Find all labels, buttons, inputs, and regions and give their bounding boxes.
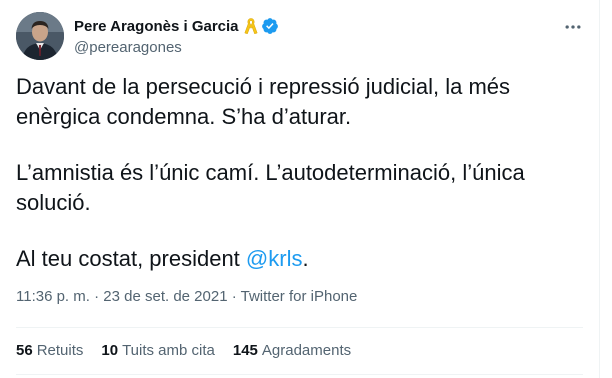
tweet-paragraph-3: Al teu costat, president @krls. (16, 244, 576, 274)
quotes-count: 10 (101, 342, 119, 359)
quotes-stat[interactable]: 10 Tuits amb cita (101, 342, 215, 359)
mention-link[interactable]: @krls (246, 246, 303, 271)
tweet-source[interactable]: Twitter for iPhone (241, 288, 358, 305)
tweet-paragraph-1: Davant de la persecució i repressió judi… (16, 74, 511, 129)
display-name-row: Pere Aragonès i Garcia (74, 16, 279, 36)
author-names: Pere Aragonès i Garcia @perearagones (74, 16, 279, 56)
quotes-label: Tuits amb cita (122, 342, 215, 359)
tweet-card: Pere Aragonès i Garcia @perearagones Dav… (0, 0, 600, 378)
likes-count: 145 (232, 342, 258, 359)
tweet-paragraph-2: L’amnistia és l’únic camí. L’autodetermi… (16, 160, 525, 215)
tweet-header: Pere Aragonès i Garcia @perearagones (16, 12, 584, 62)
yellow-ribbon-icon (243, 17, 259, 35)
tweet-paragraph-3-text: Al teu costat, president (16, 246, 246, 271)
verified-badge-icon (261, 17, 279, 35)
tweet-date[interactable]: 23 de set. de 2021 (103, 288, 227, 305)
tweet-stats: 56 Retuits 10 Tuits amb cita 145 Agradament… (16, 342, 369, 359)
tweet-paragraph-3-end: . (302, 246, 309, 271)
meta-separator-2: · (227, 288, 241, 305)
more-options-icon[interactable] (562, 16, 584, 38)
likes-label: Agradaments (261, 342, 352, 359)
retweets-stat[interactable]: 56 Retuits (16, 342, 83, 359)
retweets-count: 56 (16, 342, 33, 359)
author-handle[interactable]: @perearagones (74, 39, 279, 56)
retweets-label: Retuits (36, 342, 84, 359)
divider (16, 374, 583, 375)
avatar-photo (16, 12, 64, 60)
likes-stat[interactable]: 145 Agradaments (233, 342, 351, 359)
tweet-text: Davant de la persecució i repressió judi… (16, 72, 576, 274)
divider (16, 327, 583, 328)
author-avatar[interactable] (16, 12, 64, 60)
author-display-name[interactable]: Pere Aragonès i Garcia (74, 18, 239, 35)
tweet-meta: 11:36 p. m. · 23 de set. de 2021 · Twitt… (16, 288, 357, 305)
meta-separator: · (89, 288, 104, 305)
tweet-time[interactable]: 11:36 p. m. (16, 288, 90, 305)
